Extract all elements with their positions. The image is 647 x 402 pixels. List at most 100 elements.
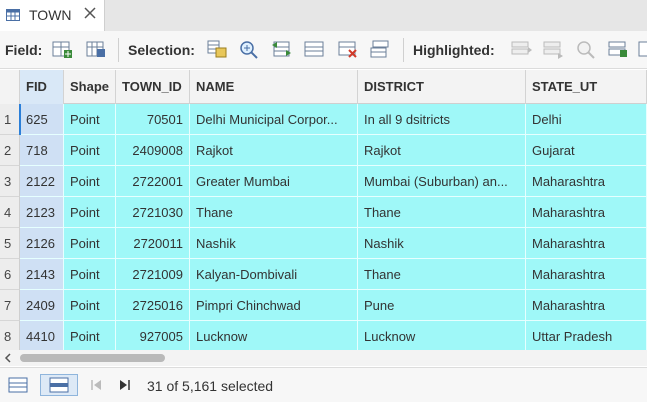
table-row[interactable]: 3 2122 Point 2722001 Greater Mumbai Mumbai (S… <box>0 166 647 197</box>
cell-town-id[interactable]: 2721030 <box>116 197 190 228</box>
zoom-to-selection-icon[interactable] <box>238 39 260 59</box>
cell-name[interactable]: Lucknow <box>190 321 358 350</box>
close-icon[interactable] <box>83 6 97 20</box>
cell-fid[interactable]: 2143 <box>20 259 64 290</box>
row-number[interactable]: 3 <box>0 166 20 197</box>
add-field-icon[interactable] <box>51 39 73 59</box>
first-record-icon[interactable] <box>86 374 106 396</box>
cell-town-id[interactable]: 2725016 <box>116 290 190 321</box>
field-label: Field: <box>5 42 43 58</box>
show-all-records-icon[interactable] <box>5 374 31 396</box>
cell-shape[interactable]: Point <box>64 290 116 321</box>
cell-name[interactable]: Kalyan-Dombivali <box>190 259 358 290</box>
column-header-shape[interactable]: Shape <box>64 70 116 104</box>
row-number[interactable]: 8 <box>0 321 20 350</box>
highlight-switch-icon[interactable] <box>510 39 532 59</box>
cell-shape[interactable]: Point <box>64 197 116 228</box>
table-row[interactable]: 6 2143 Point 2721009 Kalyan-Dombivali Thane Ma… <box>0 259 647 290</box>
cell-town-id[interactable]: 927005 <box>116 321 190 350</box>
calculate-field-icon[interactable] <box>85 39 107 59</box>
cell-town-id[interactable]: 2721009 <box>116 259 190 290</box>
table-row[interactable]: 8 4410 Point 927005 Lucknow Lucknow Uttar Prad… <box>0 321 647 350</box>
cell-fid[interactable]: 2123 <box>20 197 64 228</box>
table-row[interactable]: 1 625 Point 70501 Delhi Municipal Corpor... I… <box>0 104 647 135</box>
cell-name[interactable]: Pimpri Chinchwad <box>190 290 358 321</box>
attribute-table: FID Shape TOWN_ID NAME DISTRICT STATE_UT… <box>0 70 647 350</box>
last-record-icon[interactable] <box>115 374 135 396</box>
table-row[interactable]: 7 2409 Point 2725016 Pimpri Chinchwad Pune Mah… <box>0 290 647 321</box>
cell-district[interactable]: Pune <box>358 290 526 321</box>
selection-count: 31 of 5,161 selected <box>147 378 274 394</box>
highlight-more-icon[interactable] <box>638 39 647 59</box>
zoom-to-highlighted-icon[interactable] <box>575 39 597 59</box>
cell-shape[interactable]: Point <box>64 228 116 259</box>
row-number[interactable]: 7 <box>0 290 20 321</box>
cell-district[interactable]: Rajkot <box>358 135 526 166</box>
table-header: FID Shape TOWN_ID NAME DISTRICT STATE_UT <box>0 70 647 104</box>
cell-fid[interactable]: 2122 <box>20 166 64 197</box>
cell-name[interactable]: Delhi Municipal Corpor... <box>190 104 358 135</box>
scrollbar-thumb[interactable] <box>20 354 165 362</box>
column-header-district[interactable]: DISTRICT <box>358 70 526 104</box>
cell-shape[interactable]: Point <box>64 321 116 350</box>
delete-selection-icon[interactable] <box>369 39 391 59</box>
switch-selection-icon[interactable] <box>271 39 293 59</box>
row-number[interactable]: 2 <box>0 135 20 166</box>
row-number[interactable]: 6 <box>0 259 20 290</box>
cell-fid[interactable]: 2409 <box>20 290 64 321</box>
cell-state-ut[interactable]: Maharashtra <box>526 228 647 259</box>
column-header-state-ut[interactable]: STATE_UT <box>526 70 647 104</box>
cell-shape[interactable]: Point <box>64 135 116 166</box>
cell-name[interactable]: Rajkot <box>190 135 358 166</box>
cell-state-ut[interactable]: Maharashtra <box>526 259 647 290</box>
scroll-left-icon[interactable] <box>4 353 12 363</box>
cell-shape[interactable]: Point <box>64 259 116 290</box>
cell-district[interactable]: Thane <box>358 197 526 228</box>
cell-town-id[interactable]: 70501 <box>116 104 190 135</box>
horizontal-scrollbar[interactable] <box>0 350 647 366</box>
cell-name[interactable]: Nashik <box>190 228 358 259</box>
cell-district[interactable]: Lucknow <box>358 321 526 350</box>
cell-state-ut[interactable]: Maharashtra <box>526 197 647 228</box>
cell-fid[interactable]: 4410 <box>20 321 64 350</box>
cell-state-ut[interactable]: Delhi <box>526 104 647 135</box>
highlight-clear-icon[interactable] <box>542 39 564 59</box>
cell-state-ut[interactable]: Maharashtra <box>526 166 647 197</box>
table-icon <box>6 9 20 21</box>
clear-selection-icon[interactable] <box>337 39 359 59</box>
status-bar: 31 of 5,161 selected <box>0 367 647 402</box>
column-header-fid[interactable]: FID <box>20 70 64 104</box>
table-row[interactable]: 5 2126 Point 2720011 Nashik Nashik Maharashtra <box>0 228 647 259</box>
cell-fid[interactable]: 718 <box>20 135 64 166</box>
toolbar-separator <box>118 38 119 62</box>
cell-name[interactable]: Thane <box>190 197 358 228</box>
cell-state-ut[interactable]: Uttar Pradesh <box>526 321 647 350</box>
row-number[interactable]: 5 <box>0 228 20 259</box>
cell-shape[interactable]: Point <box>64 104 116 135</box>
row-number-header[interactable] <box>0 70 20 104</box>
select-all-icon[interactable] <box>303 39 325 59</box>
cell-town-id[interactable]: 2722001 <box>116 166 190 197</box>
row-number[interactable]: 1 <box>0 104 20 135</box>
cell-shape[interactable]: Point <box>64 166 116 197</box>
table-row[interactable]: 4 2123 Point 2721030 Thane Thane Maharashtra <box>0 197 647 228</box>
cell-town-id[interactable]: 2409008 <box>116 135 190 166</box>
column-header-name[interactable]: NAME <box>190 70 358 104</box>
column-header-town-id[interactable]: TOWN_ID <box>116 70 190 104</box>
cell-district[interactable]: Nashik <box>358 228 526 259</box>
tab-town[interactable]: TOWN <box>0 0 105 31</box>
show-selected-records-button[interactable] <box>40 374 78 396</box>
cell-state-ut[interactable]: Maharashtra <box>526 290 647 321</box>
cell-fid[interactable]: 2126 <box>20 228 64 259</box>
cell-state-ut[interactable]: Gujarat <box>526 135 647 166</box>
cell-district[interactable]: Mumbai (Suburban) an... <box>358 166 526 197</box>
row-number[interactable]: 4 <box>0 197 20 228</box>
cell-district[interactable]: In all 9 dsitricts <box>358 104 526 135</box>
highlight-copy-icon[interactable] <box>607 39 629 59</box>
select-by-attributes-icon[interactable] <box>206 39 228 59</box>
cell-town-id[interactable]: 2720011 <box>116 228 190 259</box>
cell-district[interactable]: Thane <box>358 259 526 290</box>
cell-fid[interactable]: 625 <box>20 104 64 135</box>
cell-name[interactable]: Greater Mumbai <box>190 166 358 197</box>
table-row[interactable]: 2 718 Point 2409008 Rajkot Rajkot Gujarat <box>0 135 647 166</box>
